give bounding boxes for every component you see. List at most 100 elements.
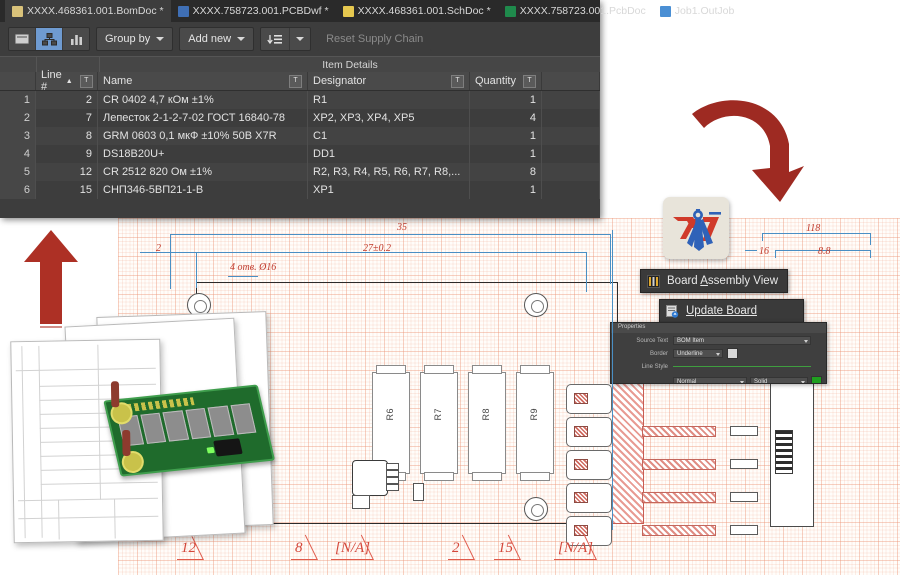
document-tab-label: XXXX.758723.001.PCBDwf * xyxy=(192,5,329,17)
connector-contact xyxy=(566,450,612,480)
cell-idx: 1 xyxy=(0,91,36,109)
dimension-label-5: 16 xyxy=(759,246,769,257)
property-value-border[interactable]: Underline xyxy=(673,349,723,358)
hierarchy-view-button[interactable] xyxy=(36,28,63,50)
connector-tip xyxy=(730,492,758,502)
add-new-label: Add new xyxy=(188,33,232,45)
chevron-down-icon[interactable] xyxy=(804,340,808,343)
sort-button[interactable] xyxy=(261,28,291,50)
bom-toolbar[interactable]: Group by Add new Reset Supply Chain xyxy=(0,22,600,56)
table-row[interactable]: 1 2 CR 0402 4,7 кОм ±1% R1 1 xyxy=(0,91,600,109)
sort-group[interactable] xyxy=(260,27,312,51)
document-tab-4[interactable]: Job1.OutJob xyxy=(653,0,742,22)
component-r9 xyxy=(516,372,554,474)
column-header-quantity[interactable]: Quantity T xyxy=(470,72,542,90)
cell-designator: XP1 xyxy=(308,181,470,199)
column-header-designator[interactable]: Designator T xyxy=(308,72,470,90)
cell-quantity: 4 xyxy=(470,109,542,127)
callout-underline xyxy=(177,559,203,561)
connector-pin xyxy=(574,393,588,404)
cell-designator: XP2, XP3, XP4, XP5 xyxy=(308,109,470,127)
dimension-label-1: 27±0.2 xyxy=(363,243,391,254)
dimension-line xyxy=(196,252,586,254)
schematic-doc-icon xyxy=(342,5,354,17)
sort-ascending-icon[interactable]: ▲ xyxy=(66,78,73,85)
connector-lead xyxy=(642,459,716,470)
mounting-hole xyxy=(524,293,548,317)
property-row-line-style[interactable]: Line Style xyxy=(611,361,826,372)
callout-underline xyxy=(494,559,520,561)
column-header-line[interactable]: Line # ▲ T xyxy=(36,69,98,93)
table-column-headers[interactable]: Line # ▲ T Name T Designator T Quantity T xyxy=(0,69,600,93)
ic-pins-dd1 xyxy=(386,463,399,491)
component-pad xyxy=(520,365,550,374)
component-pad xyxy=(424,365,454,374)
callout-underline xyxy=(331,559,373,561)
sort-dropdown-button[interactable] xyxy=(290,28,311,50)
column-header-name[interactable]: Name T xyxy=(98,72,308,90)
table-row[interactable]: 2 7 Лепесток 2-1-2-7-02 ГОСТ 16840-78 XP2, … xyxy=(0,109,600,127)
cell-name: СНП346-5ВП21-1-В xyxy=(98,181,308,199)
property-value-style-normal[interactable]: Normal xyxy=(673,377,747,383)
chevron-down-icon xyxy=(296,37,305,41)
property-value-style-solid[interactable]: Solid xyxy=(750,377,808,384)
table-body[interactable]: 1 2 CR 0402 4,7 кОм ±1% R1 1 2 7 Лепесток 2-1-2… xyxy=(0,91,600,199)
document-tab-3[interactable]: XXXX.758723.001.PcbDoc xyxy=(498,0,653,22)
property-row-style[interactable]: Normal Solid xyxy=(611,376,826,384)
add-new-button[interactable]: Add new xyxy=(179,27,255,51)
table-row[interactable]: 6 15 СНП346-5ВП21-1-В XP1 1 xyxy=(0,181,600,199)
cell-spacer xyxy=(542,91,600,109)
column-filter-icon[interactable]: T xyxy=(523,74,536,88)
view-mode-group[interactable] xyxy=(8,27,90,51)
flat-view-button[interactable] xyxy=(9,28,36,50)
column-filter-icon[interactable]: T xyxy=(451,74,464,88)
cell-line: 15 xyxy=(36,181,98,199)
column-header-idx[interactable] xyxy=(0,72,36,90)
table-row[interactable]: 5 12 CR 2512 820 Ом ±1% R2, R3, R4, R5, R6,… xyxy=(0,163,600,181)
menu-item-board-assembly-view[interactable]: Board Assembly View xyxy=(640,269,788,293)
chevron-down-icon[interactable] xyxy=(156,37,165,41)
document-tab-0[interactable]: XXXX.468361.001.BomDoc * xyxy=(5,0,171,22)
line-color-swatch[interactable] xyxy=(811,376,822,383)
properties-panel[interactable]: Properties Source Text BOM Item Border U… xyxy=(610,322,827,384)
chevron-down-icon[interactable] xyxy=(716,353,720,356)
outjob-icon xyxy=(659,5,671,17)
connector-lead xyxy=(642,426,716,437)
connector-pin xyxy=(574,426,588,437)
chevron-down-icon[interactable] xyxy=(237,37,246,41)
dimension-label-6: 8.8 xyxy=(818,246,831,257)
column-header-label: Designator xyxy=(313,75,367,87)
cell-name: GRM 0603 0,1 мкФ ±10% 50В X7R xyxy=(98,127,308,145)
property-row-source-text[interactable]: Source Text BOM Item xyxy=(611,335,826,346)
connector-hatch xyxy=(612,382,644,524)
table-row[interactable]: 3 8 GRM 0603 0,1 мкФ ±10% 50В X7R C1 1 xyxy=(0,127,600,145)
callout-underline xyxy=(291,559,317,561)
column-filter-icon[interactable]: T xyxy=(289,74,302,88)
document-tab-bar[interactable]: XXXX.468361.001.BomDoc * XXXX.758723.001.… xyxy=(0,0,734,22)
component-pad xyxy=(472,472,502,481)
column-filter-icon[interactable]: T xyxy=(79,74,93,88)
connector-contact xyxy=(566,384,612,414)
chart-view-button[interactable] xyxy=(63,28,89,50)
property-value-source-text[interactable]: BOM Item xyxy=(673,336,811,345)
border-color-swatch[interactable] xyxy=(727,348,738,359)
chevron-down-icon[interactable] xyxy=(740,381,744,383)
bom-document-panel[interactable]: XXXX.468361.001.BomDoc * XXXX.758723.001.… xyxy=(0,0,734,218)
document-tab-2[interactable]: XXXX.468361.001.SchDoc * xyxy=(336,0,498,22)
group-by-button[interactable]: Group by xyxy=(96,27,174,51)
cell-line: 8 xyxy=(36,127,98,145)
chevron-down-icon[interactable] xyxy=(801,381,805,383)
reset-supply-chain-button[interactable]: Reset Supply Chain xyxy=(317,27,433,51)
cell-idx: 4 xyxy=(0,145,36,163)
dimension-label-3: 4 отв. Ø16 xyxy=(230,262,277,273)
dimension-label-4: 118 xyxy=(806,223,821,234)
property-row-border[interactable]: Border Underline xyxy=(611,348,826,359)
menu-item-update-board[interactable]: Update Board xyxy=(659,299,804,323)
cell-spacer xyxy=(542,109,600,127)
component-label-r6: R6 xyxy=(385,408,395,421)
extension-line xyxy=(870,250,872,258)
table-row[interactable]: 4 9 DS18B20U+ DD1 1 xyxy=(0,145,600,163)
style-solid-value: Solid xyxy=(754,378,768,384)
document-tab-1[interactable]: XXXX.758723.001.PCBDwf * xyxy=(171,0,336,22)
connector-tip xyxy=(730,459,758,469)
